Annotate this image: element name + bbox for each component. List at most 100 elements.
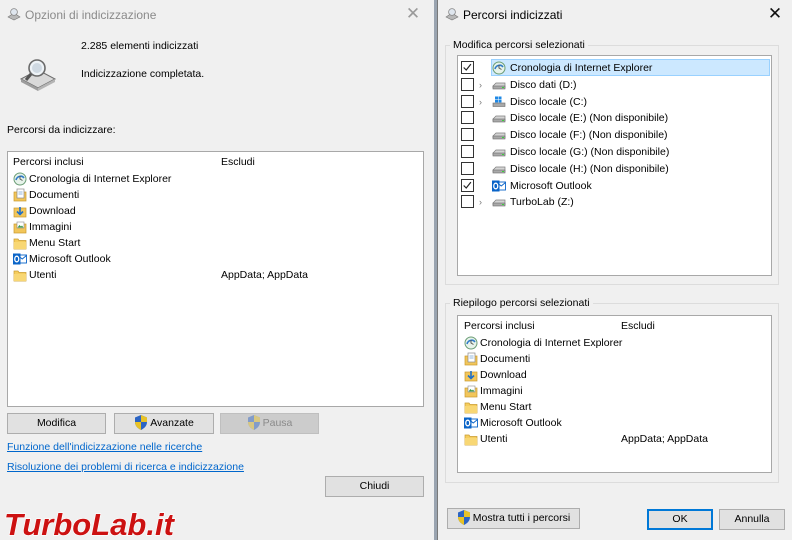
locations-tree[interactable]: Cronologia di Internet Explorer › Disco da… — [457, 55, 772, 276]
summary-label: Menu Start — [480, 401, 532, 413]
included-locations-list[interactable]: Percorsi inclusi Escludi Cronologia di I… — [7, 151, 424, 407]
tree-item-checkbox[interactable] — [461, 195, 474, 209]
chevron-right-icon[interactable]: › — [479, 97, 487, 106]
indexing-status-icon — [19, 59, 57, 91]
ok-button[interactable]: OK — [647, 509, 713, 530]
tree-item-label: Disco dati (D:) — [510, 78, 577, 91]
summary-label: Microsoft Outlook — [480, 417, 562, 429]
tree-item-disco-locale-g-non-disponibile[interactable]: Disco locale (G:) (Non disponibile) — [458, 143, 771, 160]
tree-item-label: Disco locale (F:) (Non disponibile) — [510, 129, 668, 142]
included-location-row-utenti[interactable]: Utenti AppData; AppData — [13, 267, 418, 283]
included-location-row-menu-start[interactable]: Menu Start — [13, 235, 418, 251]
summary-row-menu-start[interactable]: Menu Start — [464, 399, 764, 415]
summary-row-download[interactable]: Download — [464, 367, 764, 383]
tree-item-disco-dati-d[interactable]: › Disco dati (D:) — [458, 76, 771, 93]
summary-row-cronologia-di-internet-explorer[interactable]: Cronologia di Internet Explorer — [464, 335, 764, 351]
summary-label: Download — [480, 369, 527, 381]
tree-item-checkbox[interactable] — [461, 178, 474, 192]
troubleshoot-link[interactable]: Risoluzione dei problemi di ricerca e in… — [7, 461, 244, 473]
download-folder-icon — [13, 204, 27, 218]
drive-icon — [492, 145, 506, 159]
uac-shield-icon — [457, 510, 470, 525]
pictures-folder-icon — [13, 220, 27, 234]
indexed-count: 2.285 elementi indicizzati — [81, 40, 199, 52]
section-label: Percorsi da indicizzare: — [7, 124, 116, 136]
included-location-row-immagini[interactable]: Immagini — [13, 219, 418, 235]
tree-item-disco-locale-f-non-disponibile[interactable]: Disco locale (F:) (Non disponibile) — [458, 126, 771, 143]
advanced-button-label: Avanzate — [150, 417, 194, 429]
left-window-title: Opzioni di indicizzazione — [25, 8, 157, 22]
indexing-options-window: Opzioni di indicizzazione ✕ 2.285 elemen… — [0, 0, 434, 540]
show-all-label: Mostra tutti i percorsi — [472, 512, 571, 524]
search-indexing-link[interactable]: Funzione dell'indicizzazione nelle ricer… — [7, 441, 202, 453]
location-label: Menu Start — [29, 237, 81, 249]
tree-item-disco-locale-c[interactable]: › Disco locale (C:) — [458, 93, 771, 110]
download-folder-icon — [464, 368, 478, 382]
modify-button[interactable]: Modifica — [7, 413, 106, 434]
drive-icon — [492, 78, 506, 92]
indexed-locations-window: Percorsi indicizzati ✕ Modifica percorsi… — [437, 0, 792, 540]
folder-icon — [464, 400, 478, 414]
right-close-icon[interactable]: ✕ — [762, 2, 788, 28]
summary-column-excluded[interactable]: Escludi — [621, 320, 655, 332]
advanced-button[interactable]: Avanzate — [114, 413, 214, 434]
chevron-right-icon[interactable]: › — [479, 198, 487, 207]
tree-item-label: Microsoft Outlook — [510, 179, 592, 192]
tree-item-label: Disco locale (G:) (Non disponibile) — [510, 146, 670, 158]
column-excluded[interactable]: Escludi — [221, 156, 255, 168]
folder-icon — [464, 432, 478, 446]
tree-item-disco-locale-e-non-disponibile[interactable]: Disco locale (E:) (Non disponibile) — [458, 109, 771, 126]
tree-item-checkbox[interactable] — [461, 161, 474, 175]
outlook-icon — [492, 179, 506, 193]
tree-item-checkbox[interactable] — [461, 145, 474, 158]
close-button[interactable]: Chiudi — [325, 476, 424, 497]
summary-column-included[interactable]: Percorsi inclusi — [464, 320, 535, 332]
pause-button-label: Pausa — [262, 417, 293, 429]
location-label: Cronologia di Internet Explorer — [29, 173, 172, 185]
indexing-options-icon — [7, 8, 21, 21]
tree-item-checkbox[interactable] — [461, 61, 474, 74]
tree-item-microsoft-outlook[interactable]: Microsoft Outlook — [458, 177, 771, 194]
tree-item-label: Disco locale (H:) (Non disponibile) — [510, 162, 669, 175]
summary-row-documenti[interactable]: Documenti — [464, 351, 764, 367]
summary-label: Cronologia di Internet Explorer — [480, 337, 623, 349]
cancel-button[interactable]: Annulla — [719, 509, 785, 530]
tree-item-disco-locale-h-non-disponibile[interactable]: Disco locale (H:) (Non disponibile) — [458, 160, 771, 177]
ie-history-icon — [464, 336, 478, 350]
summary-exclusions: AppData; AppData — [621, 433, 708, 445]
tree-item-checkbox[interactable] — [461, 111, 474, 125]
summary-row-microsoft-outlook[interactable]: Microsoft Outlook — [464, 415, 764, 431]
included-location-row-documenti[interactable]: Documenti — [13, 187, 418, 203]
right-titlebar: Percorsi indicizzati ✕ — [438, 0, 792, 30]
column-included[interactable]: Percorsi inclusi — [13, 156, 84, 168]
tree-item-label: Cronologia di Internet Explorer — [510, 62, 653, 74]
tree-item-label: Disco locale (C:) — [510, 95, 588, 108]
indexing-status: Indicizzazione completata. — [81, 68, 205, 80]
outlook-icon — [13, 252, 27, 266]
included-location-row-cronologia-di-internet-explorer[interactable]: Cronologia di Internet Explorer — [13, 171, 418, 187]
windows-drive-icon — [492, 95, 506, 109]
summary-list[interactable]: Percorsi inclusi Escludi Cronologia di I… — [457, 315, 772, 473]
tree-item-cronologia-di-internet-explorer[interactable]: Cronologia di Internet Explorer — [458, 59, 771, 76]
tree-item-checkbox[interactable] — [461, 77, 474, 91]
tree-item-checkbox[interactable] — [461, 128, 474, 142]
show-all-locations-button[interactable]: Mostra tutti i percorsi — [447, 508, 580, 529]
tree-item-checkbox[interactable] — [461, 94, 474, 108]
tree-item-turbolab-z[interactable]: › TurboLab (Z:) — [458, 193, 771, 210]
included-location-row-microsoft-outlook[interactable]: Microsoft Outlook — [13, 251, 418, 267]
modify-group-label: Modifica percorsi selezionati — [450, 39, 588, 51]
indexing-options-icon — [445, 8, 459, 21]
drive-icon — [492, 195, 506, 209]
included-location-row-download[interactable]: Download — [13, 203, 418, 219]
svg-text:TurboLab.it: TurboLab.it — [4, 507, 176, 540]
location-label: Utenti — [29, 269, 57, 281]
summary-label: Utenti — [480, 433, 508, 445]
summary-row-utenti[interactable]: Utenti AppData; AppData — [464, 431, 764, 447]
summary-row-immagini[interactable]: Immagini — [464, 383, 764, 399]
chevron-right-icon[interactable]: › — [479, 80, 487, 89]
left-close-icon[interactable]: ✕ — [400, 2, 426, 28]
pause-button: Pausa — [220, 413, 319, 434]
location-exclusions: AppData; AppData — [221, 269, 308, 281]
tree-item-label: TurboLab (Z:) — [510, 196, 574, 209]
documents-folder-icon — [13, 188, 27, 202]
